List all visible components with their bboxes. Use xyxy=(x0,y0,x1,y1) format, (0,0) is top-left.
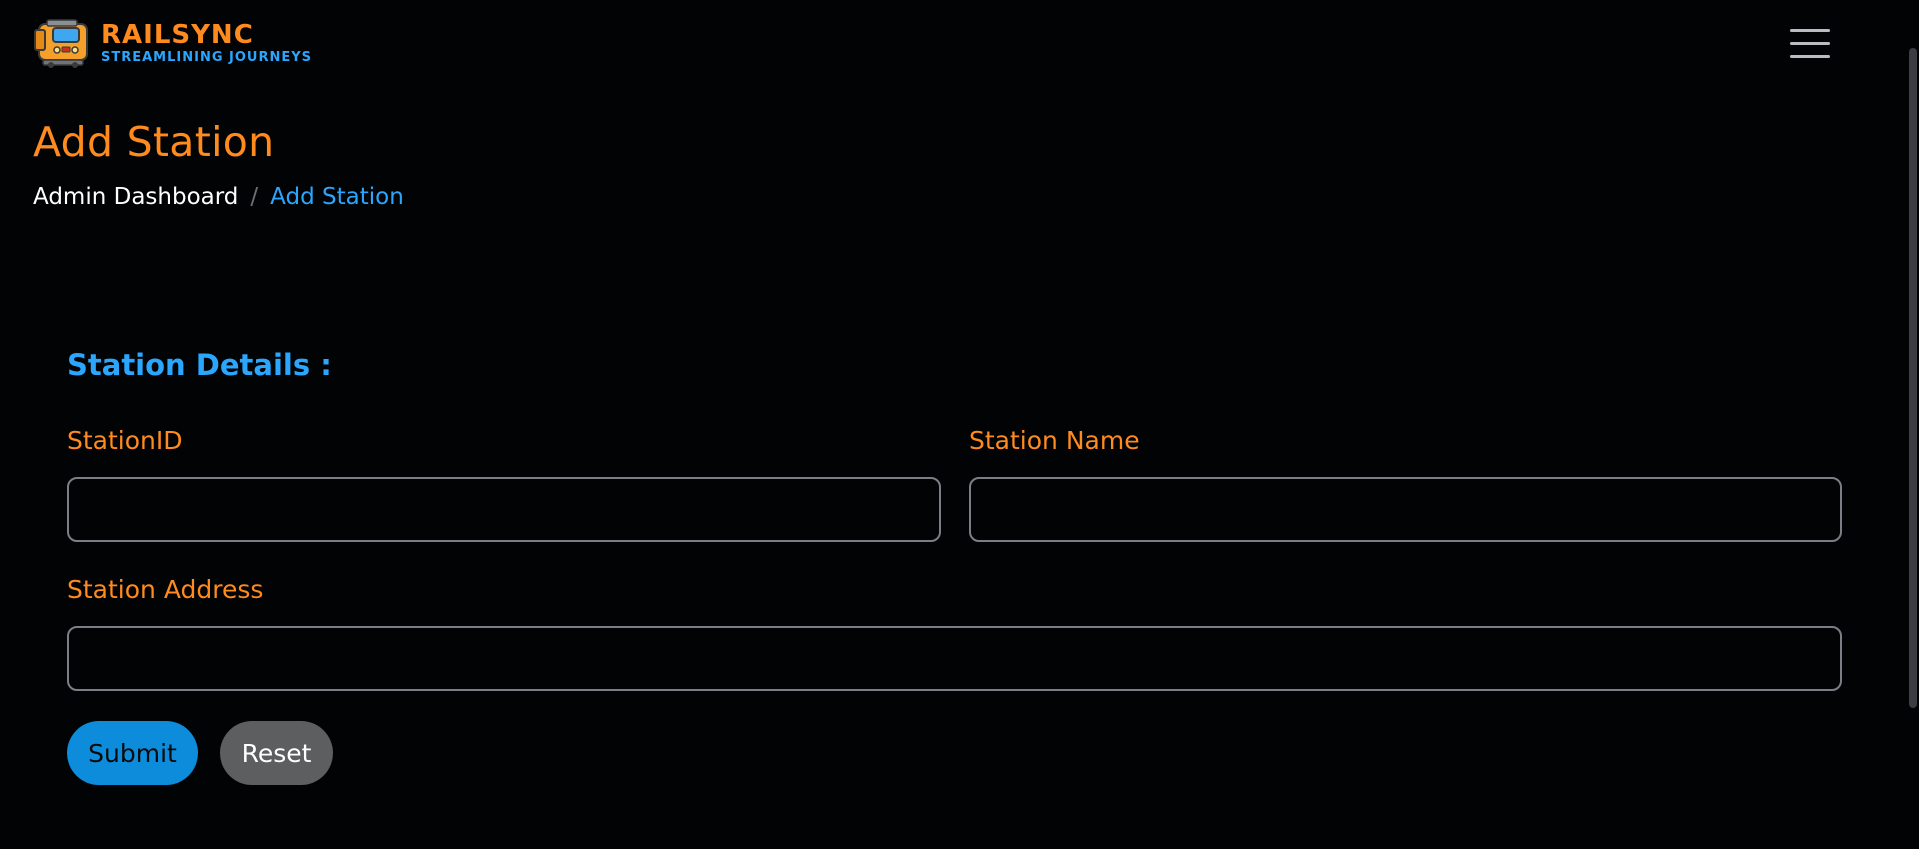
train-icon xyxy=(34,19,88,68)
submit-button[interactable]: Submit xyxy=(67,721,198,785)
page: RAILSYNC STREAMLINING JOURNEYS Add Stati… xyxy=(0,0,1919,849)
page-title: Add Station xyxy=(33,118,275,166)
hamburger-menu-icon[interactable] xyxy=(1790,27,1832,61)
breadcrumb: Admin Dashboard / Add Station xyxy=(33,184,404,210)
station-id-input[interactable] xyxy=(67,477,941,542)
breadcrumb-current: Add Station xyxy=(270,184,404,210)
reset-button[interactable]: Reset xyxy=(220,721,333,785)
menu-bar xyxy=(1790,42,1830,45)
station-name-input[interactable] xyxy=(969,477,1842,542)
brand-logo[interactable]: RAILSYNC STREAMLINING JOURNEYS xyxy=(33,16,312,70)
brand-text: RAILSYNC STREAMLINING JOURNEYS xyxy=(101,21,312,66)
breadcrumb-separator: / xyxy=(250,184,259,210)
scrollbar-track[interactable] xyxy=(1907,0,1919,849)
section-title: Station Details : xyxy=(67,348,332,382)
menu-bar xyxy=(1790,55,1830,58)
brand-tagline: STREAMLINING JOURNEYS xyxy=(101,49,313,65)
station-address-label: Station Address xyxy=(67,575,264,604)
brand-name: RAILSYNC xyxy=(101,19,254,50)
station-name-label: Station Name xyxy=(969,426,1140,455)
breadcrumb-admin-dashboard-link[interactable]: Admin Dashboard xyxy=(33,184,238,210)
scrollbar-thumb[interactable] xyxy=(1909,48,1917,708)
menu-bar xyxy=(1790,29,1830,32)
station-address-input[interactable] xyxy=(67,626,1842,691)
station-id-label: StationID xyxy=(67,426,183,455)
